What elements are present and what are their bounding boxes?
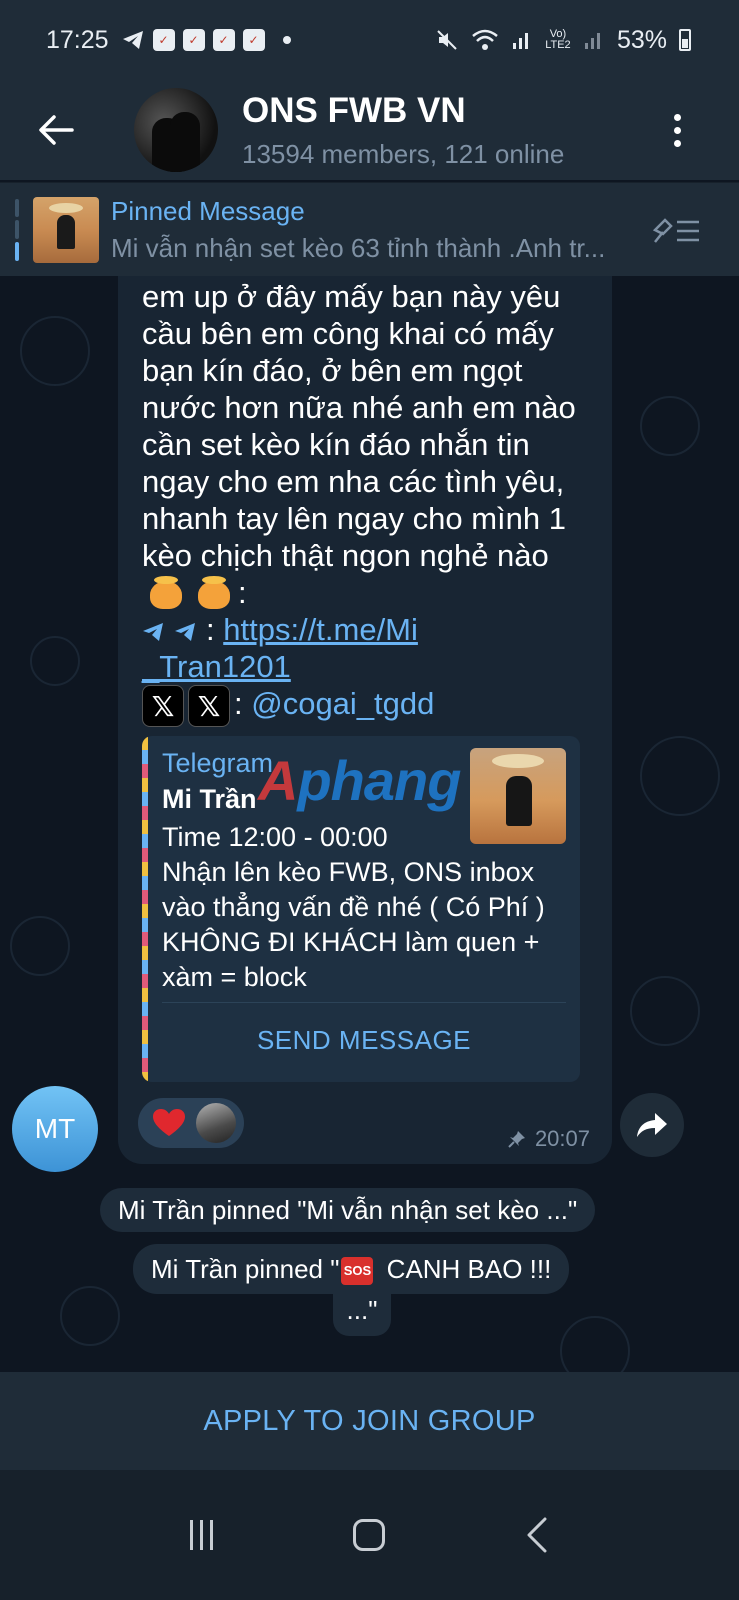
watermark-logo: Aphang — [258, 749, 461, 812]
preview-description: Time 12:00 - 00:00 Nhận lên kèo FWB, ONS… — [162, 822, 545, 992]
preview-title: Mi Trần — [162, 784, 257, 814]
group-avatar[interactable] — [134, 88, 218, 172]
telegram-arrow-icon — [175, 622, 195, 641]
x-logo-icon: 𝕏 — [142, 685, 184, 727]
mute-icon — [437, 30, 457, 50]
calendar-icon: ✓ — [152, 29, 175, 51]
reactor-avatar[interactable] — [196, 1103, 236, 1143]
battery-icon — [679, 29, 691, 51]
calendar-icon: ✓ — [212, 29, 235, 51]
send-message-button[interactable]: SEND MESSAGE — [162, 1010, 566, 1070]
more-notifications-icon — [282, 36, 291, 44]
group-members-status: 13594 members, 121 online — [242, 138, 565, 169]
nav-back-button[interactable] — [525, 1517, 549, 1553]
system-nav-bar — [0, 1470, 739, 1600]
group-info[interactable]: ONS FWB VN 13594 members, 121 online — [242, 91, 564, 170]
apply-to-join-button[interactable]: APPLY TO JOIN GROUP — [0, 1372, 739, 1470]
group-title: ONS FWB VN — [242, 90, 466, 130]
signal-icon — [584, 33, 600, 49]
message-bubble[interactable]: em up ở đây mấy bạn này yêu cầu bên em c… — [118, 276, 612, 1164]
arrow-left-icon — [39, 115, 74, 145]
battery-percent: 53% — [616, 25, 667, 54]
signal-icon — [512, 33, 528, 49]
status-time: 17:25 — [46, 25, 109, 54]
share-arrow-icon — [637, 1113, 667, 1137]
message-text: em up ở đây mấy bạn này yêu cầu bên em c… — [142, 279, 585, 573]
preview-thumbnail[interactable] — [470, 748, 566, 844]
pinned-preview-text: Mi vẫn nhận set kèo 63 tỉnh thành .Anh t… — [111, 232, 606, 263]
back-button[interactable] — [26, 100, 86, 160]
chat-area: em up ở đây mấy bạn này yêu cầu bên em c… — [0, 276, 739, 1400]
telegram-icon — [122, 31, 143, 49]
hot-pot-emoji-icon — [198, 575, 230, 609]
heart-reaction-icon — [153, 1109, 185, 1136]
pinned-title: Pinned Message — [111, 195, 305, 226]
more-options-button[interactable] — [667, 113, 687, 147]
message-body: em up ở đây mấy bạn này yêu cầu bên em c… — [142, 278, 592, 727]
telegram-link-part1[interactable]: https://t.me/Mi — [223, 612, 418, 647]
mention-link[interactable]: @cogai_tgdd — [251, 686, 434, 721]
pinned-list-icon[interactable] — [651, 210, 703, 250]
sos-icon: SOS — [341, 1257, 374, 1286]
chat-header: ONS FWB VN 13594 members, 121 online — [0, 80, 739, 180]
telegram-arrow-icon — [143, 622, 163, 641]
message-meta: 20:07 — [507, 1126, 590, 1152]
forward-button[interactable] — [620, 1093, 684, 1157]
pinned-thumbnail — [33, 196, 99, 263]
wifi-icon — [472, 29, 498, 50]
recent-apps-button[interactable] — [190, 1520, 213, 1550]
reaction-pill[interactable] — [138, 1098, 244, 1148]
message-time: 20:07 — [534, 1126, 590, 1151]
sender-avatar[interactable]: MT — [12, 1086, 98, 1172]
preview-divider — [162, 1002, 566, 1003]
service-message-pinned[interactable]: Mi Trần pinned "Mi vẫn nhận set kèo ..." — [100, 1188, 596, 1232]
preview-accent-stripe — [142, 736, 148, 1082]
calendar-icon: ✓ — [242, 29, 265, 51]
hot-pot-emoji-icon — [150, 575, 182, 609]
calendar-icon: ✓ — [182, 29, 205, 51]
service-message-pinned-alert[interactable]: Mi Trần pinned " SOS CANH BAO !!! — [133, 1244, 570, 1294]
pinned-message-bar[interactable]: Pinned Message Mi vẫn nhận set kèo 63 tỉ… — [0, 182, 739, 276]
preview-site-name: Telegram — [162, 748, 274, 778]
status-bar: 17:25 ✓ ✓ ✓ ✓ Vo) LTE2 53% — [0, 0, 739, 80]
lte-label: Vo) LTE2 — [545, 28, 571, 51]
pin-icon — [508, 1131, 525, 1148]
notification-icons: ✓ ✓ ✓ ✓ — [121, 29, 291, 51]
telegram-link-part2[interactable]: _Tran1201 — [142, 649, 291, 684]
home-button[interactable] — [353, 1519, 385, 1551]
service-message-tail: ..." — [333, 1292, 391, 1336]
pinned-index-indicator — [15, 198, 19, 261]
system-icons: Vo) LTE2 53% — [435, 26, 691, 55]
x-logo-icon: 𝕏 — [188, 685, 230, 727]
